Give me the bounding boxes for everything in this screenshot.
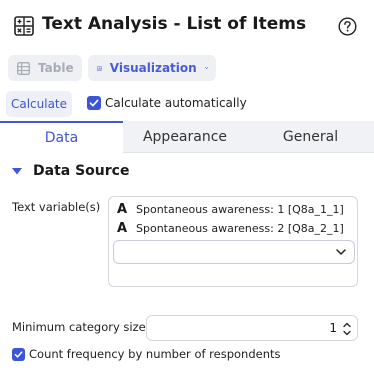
check-icon <box>89 99 99 107</box>
section-title: Data Source <box>33 163 130 179</box>
page-title: Text Analysis - List of Items <box>42 14 307 34</box>
check-icon <box>14 351 23 358</box>
text-variable-label: Spontaneous awareness: 1 [Q8a_1_1] <box>136 202 344 216</box>
calculate-automatically-label[interactable]: Calculate automatically <box>105 96 247 110</box>
minimum-category-size-value: 1 <box>329 321 337 335</box>
text-variable-type-icon: A <box>117 220 128 236</box>
text-variables-list[interactable]: A Spontaneous awareness: 1 [Q8a_1_1] A S… <box>108 196 358 287</box>
text-variables-label: Text variable(s) <box>12 200 101 214</box>
collapse-triangle-icon <box>12 168 22 175</box>
help-icon[interactable] <box>338 17 357 36</box>
table-button[interactable]: Table <box>8 55 82 81</box>
calculate-button[interactable]: Calculate <box>6 91 72 117</box>
add-variable-dropdown[interactable] <box>113 240 355 264</box>
table-icon <box>17 61 30 75</box>
minimum-category-size-input[interactable]: 1 <box>146 315 358 341</box>
count-frequency-checkbox[interactable] <box>12 348 25 361</box>
calculator-icon <box>14 16 34 36</box>
list-item[interactable]: A Spontaneous awareness: 1 [Q8a_1_1] <box>117 201 344 217</box>
tab-data[interactable]: Data <box>0 121 123 153</box>
chart-icon <box>97 65 102 71</box>
tab-general[interactable]: General <box>247 121 374 153</box>
visualization-button[interactable]: Visualization <box>88 55 216 81</box>
stepper-arrows-icon[interactable] <box>342 320 352 338</box>
table-button-label: Table <box>38 61 74 75</box>
tab-appearance[interactable]: Appearance <box>123 121 247 153</box>
text-variable-label: Spontaneous awareness: 2 [Q8a_2_1] <box>136 221 344 235</box>
text-variable-type-icon: A <box>117 201 128 217</box>
chevron-down-icon <box>204 67 208 69</box>
visualization-button-label: Visualization <box>109 61 197 75</box>
header: Text Analysis - List of Items <box>0 0 374 52</box>
minimum-category-size-label: Minimum category size <box>12 320 146 334</box>
calculate-row: Calculate Calculate automatically <box>6 91 366 117</box>
tab-bar: Data Appearance General <box>0 121 374 153</box>
calculate-automatically-checkbox[interactable] <box>87 96 101 110</box>
list-item[interactable]: A Spontaneous awareness: 2 [Q8a_2_1] <box>117 220 344 236</box>
count-frequency-label[interactable]: Count frequency by number of respondents <box>29 347 281 361</box>
chevron-down-icon <box>336 249 346 255</box>
